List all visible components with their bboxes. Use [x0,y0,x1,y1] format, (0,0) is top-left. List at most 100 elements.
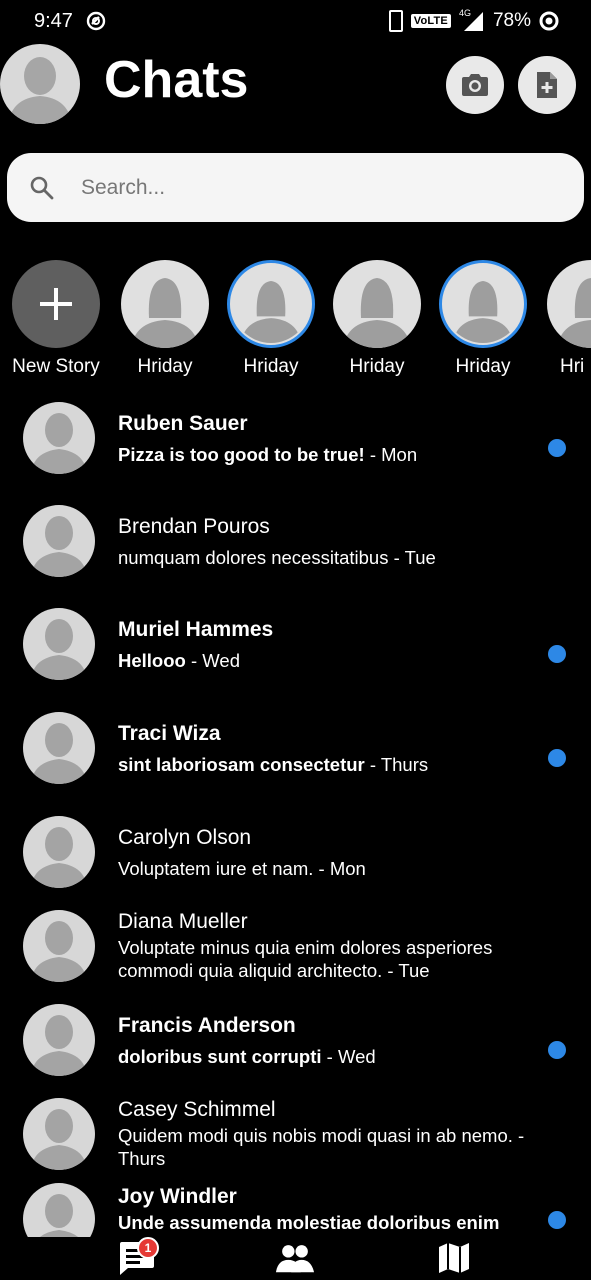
story-label: Hriday [137,356,193,377]
chat-name: Traci Wiza [118,722,221,745]
chat-message: numquam dolores necessitatibus [118,547,389,568]
stories-row: New Story Hriday Hriday Hriday Hriday Hr… [0,260,591,390]
chat-name: Brendan Pouros [118,515,270,538]
sync-icon [86,11,106,31]
chat-row[interactable]: Traci Wiza sint laboriosam consectetur -… [0,712,591,802]
chat-row[interactable]: Diana Mueller Voluptate minus quia enim … [0,910,591,1000]
story-item[interactable]: Hriday [112,260,218,378]
chat-time: - Mon [318,858,366,879]
chat-name: Diana Mueller [118,910,248,933]
story-avatar-unseen [227,260,315,348]
story-item[interactable]: Hri [536,260,591,378]
chat-row[interactable]: Muriel Hammes Hellooo - Wed [0,608,591,698]
person-female-icon [343,278,411,348]
chat-message: Voluptate minus quia enim dolores asperi… [118,937,493,981]
story-avatar-unseen [439,260,527,348]
nav-map[interactable] [434,1239,474,1277]
chat-message: sint laboriosam consectetur [118,754,365,775]
person-icon [31,619,87,680]
phone-icon [388,10,403,32]
chat-name: Casey Schimmel [118,1098,276,1121]
chat-message: Quidem modi quis nobis modi quasi in ab … [118,1125,513,1146]
signal-icon: 4G [458,8,485,32]
chat-time: - Wed [190,650,240,671]
camera-button[interactable] [446,56,504,114]
chat-preview: Hellooo - Wed [118,649,558,672]
chat-time: - Tue [393,547,436,568]
chat-row[interactable]: Francis Anderson doloribus sunt corrupti… [0,1004,591,1094]
chat-preview: Voluptate minus quia enim dolores asperi… [118,936,558,982]
person-icon [31,827,87,888]
story-item[interactable]: Hriday [324,260,430,378]
person-female-icon [557,278,591,348]
profile-avatar[interactable] [0,44,80,124]
chat-row[interactable]: Ruben Sauer Pizza is too good to be true… [0,402,591,492]
status-icons: VoLTE 4G 78% [388,8,559,34]
story-item[interactable]: Hriday [430,260,536,378]
chat-preview: Unde assumenda molestiae doloribus enim [118,1211,558,1234]
person-female-icon [452,280,514,343]
signal-label: 4G [458,8,471,18]
story-label: Hri [560,356,585,377]
chat-name: Joy Windler [118,1185,237,1208]
person-female-icon [131,278,199,348]
story-avatar [121,260,209,348]
search-input[interactable] [81,175,541,200]
person-icon [31,516,87,577]
map-icon [439,1243,469,1273]
story-label: Hriday [243,356,299,377]
chat-row[interactable]: Joy Windler Unde assumenda molestiae dol… [0,1183,591,1237]
status-bar: 9:47 VoLTE 4G 78% [0,0,591,44]
chat-row[interactable]: Casey Schimmel Quidem modi quis nobis mo… [0,1098,591,1188]
unread-indicator [548,1211,566,1229]
story-item[interactable]: Hriday [218,260,324,378]
person-icon [31,921,87,982]
story-avatar [547,260,591,348]
person-icon [31,413,87,474]
avatar [23,505,95,577]
chat-preview: Quidem modi quis nobis modi quasi in ab … [118,1124,558,1170]
person-female-icon [240,280,302,343]
person-icon [8,57,72,124]
avatar [23,402,95,474]
person-icon [31,723,87,784]
volte-badge: VoLTE [410,14,451,28]
person-icon [31,1015,87,1076]
chat-name: Ruben Sauer [118,412,248,435]
new-story[interactable]: New Story [3,260,109,378]
avatar [23,1098,95,1170]
story-label: Hriday [455,356,511,377]
people-icon [275,1245,315,1273]
avatar [23,608,95,680]
camera-icon [462,74,488,96]
add-story-button[interactable] [12,260,100,348]
battery-icon [539,11,559,31]
battery-level: 78% [492,10,531,31]
chat-list: Ruben Sauer Pizza is too good to be true… [0,392,591,1237]
chat-name: Muriel Hammes [118,618,274,641]
header: Chats [0,44,591,128]
nav-people[interactable] [275,1239,315,1277]
unread-indicator [548,749,566,767]
chat-row[interactable]: Carolyn Olson Voluptatem iure et nam. - … [0,816,591,906]
chat-preview: numquam dolores necessitatibus - Tue [118,546,558,569]
chat-preview: Pizza is too good to be true! - Mon [118,443,558,466]
chat-row[interactable]: Brendan Pouros numquam dolores necessita… [0,505,591,595]
unread-indicator [548,439,566,457]
chat-message: doloribus sunt corrupti [118,1046,322,1067]
new-message-button[interactable] [518,56,576,114]
chat-time: - Mon [369,444,418,465]
person-icon [31,1109,87,1170]
chat-time: - Wed [326,1046,376,1067]
chat-message: Voluptatem iure et nam. [118,858,314,879]
search-bar[interactable] [7,153,584,222]
chat-name: Carolyn Olson [118,826,252,849]
plus-icon [40,288,72,320]
chat-preview: doloribus sunt corrupti - Wed [118,1045,558,1068]
story-avatar [333,260,421,348]
chat-preview: sint laboriosam consectetur - Thurs [118,753,558,776]
chat-time: - Thurs [369,754,429,775]
search-icon [30,176,54,199]
compose-icon [537,72,557,98]
chat-message: Hellooo [118,650,186,671]
